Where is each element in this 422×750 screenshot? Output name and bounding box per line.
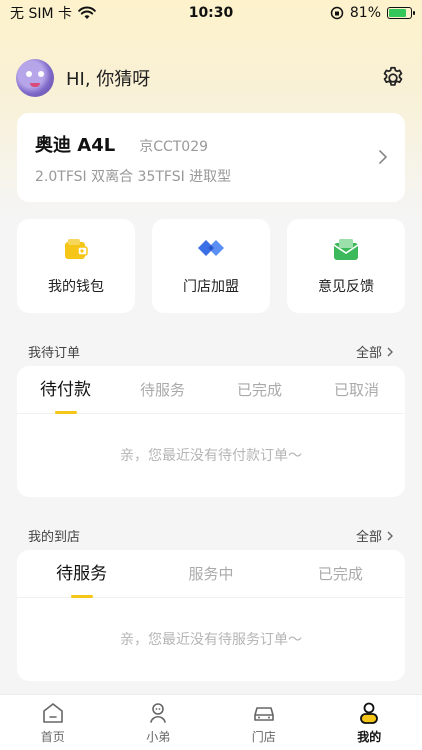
car-title-row: 奥迪 A4L 京CCT029 <box>35 131 387 157</box>
car-plate: 京CCT029 <box>139 139 209 155</box>
visits-empty-message: 亲，您最近没有待服务订单～ <box>120 632 302 648</box>
status-bar: 无 SIM 卡 10:30 81% <box>0 0 422 26</box>
quick-action-label: 意见反馈 <box>318 279 374 295</box>
car-store-icon <box>253 707 274 721</box>
wifi-icon <box>78 6 96 19</box>
quick-action-label: 门店加盟 <box>183 279 239 295</box>
header: HI, 你猜呀 <box>16 56 406 100</box>
tabbar-store[interactable]: 门店 <box>211 695 317 750</box>
tabbar-label: 门店 <box>251 730 276 744</box>
battery-fill <box>389 9 406 17</box>
status-right: 81% <box>330 5 415 21</box>
car-model: 奥迪 A4L <box>35 135 116 156</box>
quick-action-wallet[interactable]: 我的钱包 <box>17 219 135 313</box>
visits-all-link[interactable]: 全部 <box>356 526 394 545</box>
tab-visit-pending-service[interactable]: 待服务 <box>17 550 146 598</box>
tabbar-label: 首页 <box>40 730 65 744</box>
quick-action-feedback[interactable]: 意见反馈 <box>287 219 405 313</box>
orders-tabs: 待付款 待服务 已完成 已取消 <box>17 366 405 414</box>
tab-visit-in-service[interactable]: 服务中 <box>146 550 275 598</box>
tabbar-label: 我的 <box>357 730 382 744</box>
visits-all-label: 全部 <box>355 530 382 545</box>
car-description: 2.0TFSI 双离合 35TFSI 进取型 <box>35 169 232 185</box>
tabbar-home[interactable]: 首页 <box>0 695 106 750</box>
orders-all-label: 全部 <box>355 346 382 361</box>
bottom-tab-bar: 首页 小弟 门店 我的 <box>0 694 422 750</box>
chevron-right-icon <box>379 150 387 164</box>
tab-pending-service[interactable]: 待服务 <box>114 366 211 414</box>
visits-title: 我的到店 <box>28 530 81 545</box>
tab-completed[interactable]: 已完成 <box>211 366 308 414</box>
tabbar-profile[interactable]: 我的 <box>317 695 422 750</box>
status-left: 无 SIM 卡 <box>10 3 96 23</box>
tab-visit-completed[interactable]: 已完成 <box>276 550 405 598</box>
tab-pending-payment[interactable]: 待付款 <box>17 366 114 414</box>
carrier-label: 无 SIM 卡 <box>10 6 72 22</box>
orders-empty-message: 亲，您最近没有待付款订单～ <box>120 448 302 464</box>
profile-icon <box>360 702 379 724</box>
assistant-icon <box>150 703 167 723</box>
home-icon <box>42 703 63 723</box>
gear-icon[interactable] <box>380 65 406 91</box>
visits-section-header: 我的到店 全部 <box>28 526 394 545</box>
battery-percent: 81% <box>349 5 381 21</box>
visits-card: 待服务 服务中 已完成 亲，您最近没有待服务订单～ <box>17 550 405 681</box>
chevron-right-icon <box>387 347 393 356</box>
quick-action-store-join[interactable]: 门店加盟 <box>152 219 270 313</box>
chevron-right-icon <box>387 531 393 540</box>
tab-cancelled[interactable]: 已取消 <box>308 366 405 414</box>
car-card[interactable]: 奥迪 A4L 京CCT029 2.0TFSI 双离合 35TFSI 进取型 <box>17 113 405 202</box>
feedback-icon <box>333 239 359 260</box>
wallet-icon <box>65 239 88 259</box>
visits-tabs: 待服务 服务中 已完成 <box>17 550 405 598</box>
avatar[interactable] <box>16 59 54 97</box>
orders-title: 我待订单 <box>28 346 81 361</box>
greeting: HI, 你猜呀 <box>66 69 151 90</box>
tabbar-assistant[interactable]: 小弟 <box>106 695 212 750</box>
tabbar-label: 小弟 <box>146 730 171 744</box>
orders-section-header: 我待订单 全部 <box>28 342 394 361</box>
quick-action-label: 我的钱包 <box>48 279 104 295</box>
quick-actions: 我的钱包 门店加盟 意见反馈 <box>17 219 405 313</box>
orders-card: 待付款 待服务 已完成 已取消 亲，您最近没有待付款订单～ <box>17 366 405 497</box>
store-join-icon <box>198 240 224 256</box>
orientation-lock-icon <box>330 6 344 20</box>
orders-all-link[interactable]: 全部 <box>356 342 394 361</box>
battery-icon <box>387 7 415 19</box>
